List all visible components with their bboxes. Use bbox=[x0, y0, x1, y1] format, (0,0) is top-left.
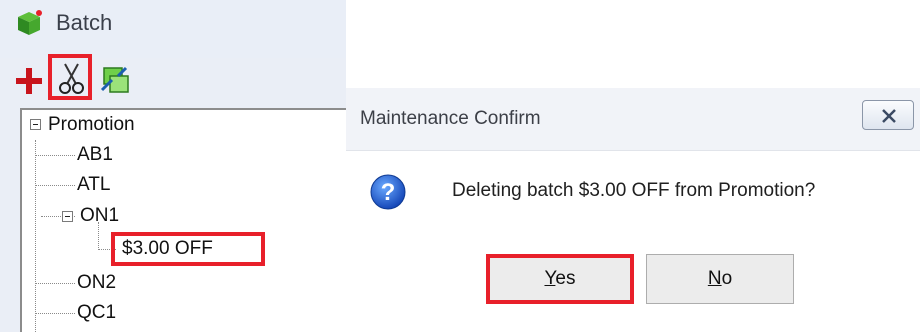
selected-node-highlight bbox=[111, 232, 265, 266]
yes-mnemonic: Y bbox=[544, 268, 556, 289]
tree-node-ab1[interactable]: AB1 bbox=[77, 144, 113, 166]
batch-cube-icon bbox=[18, 10, 42, 35]
no-label: o bbox=[721, 268, 733, 289]
close-button[interactable] bbox=[862, 100, 914, 130]
cut-highlight bbox=[48, 54, 92, 100]
batch-header bbox=[0, 0, 346, 58]
tree-node-promotion[interactable]: Promotion bbox=[48, 114, 135, 136]
svg-text:?: ? bbox=[381, 179, 396, 206]
tree-line bbox=[35, 140, 36, 332]
collapse-toggle-promotion[interactable] bbox=[30, 119, 41, 130]
batch-panel: Batch Promotion AB1 ATL ON1 $3.00 OFF ON… bbox=[0, 0, 346, 332]
tree-node-qc1[interactable]: QC1 bbox=[77, 302, 116, 324]
tree-node-on1[interactable]: ON1 bbox=[80, 205, 119, 227]
no-button[interactable]: No bbox=[646, 254, 794, 304]
confirm-dialog: Maintenance Confirm ? Deleting batch $3.… bbox=[346, 88, 920, 332]
no-mnemonic: N bbox=[707, 268, 722, 289]
collapse-toggle-on1[interactable] bbox=[62, 211, 73, 222]
dialog-title: Maintenance Confirm bbox=[360, 108, 541, 129]
tree-line bbox=[35, 185, 75, 186]
close-icon bbox=[882, 109, 896, 123]
tree-line bbox=[35, 155, 75, 156]
yes-button[interactable]: Yes bbox=[486, 254, 634, 304]
yes-label: es bbox=[555, 268, 576, 289]
question-icon: ? bbox=[370, 174, 406, 210]
dialog-message: Deleting batch $3.00 OFF from Promotion? bbox=[452, 180, 816, 201]
swap-icon[interactable] bbox=[98, 64, 132, 96]
tree-line bbox=[35, 283, 75, 284]
dialog-title-bar: Maintenance Confirm bbox=[346, 88, 920, 151]
tree-node-atl[interactable]: ATL bbox=[77, 174, 110, 196]
tree-line bbox=[35, 313, 75, 314]
tree-node-on2[interactable]: ON2 bbox=[77, 272, 116, 294]
panel-title: Batch bbox=[56, 10, 113, 35]
plus-icon[interactable] bbox=[14, 66, 44, 96]
